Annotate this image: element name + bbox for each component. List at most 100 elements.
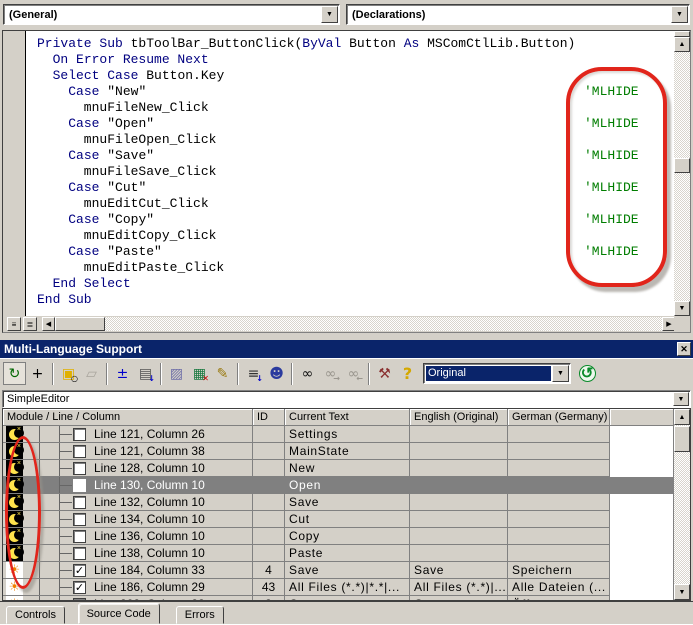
column-header[interactable]: English (Original)	[410, 409, 508, 426]
tab-source-code[interactable]: Source Code	[78, 603, 160, 624]
row-filler	[610, 511, 674, 528]
language-combo[interactable]: Original▼	[423, 363, 571, 384]
location-cell[interactable]: ☀✓Line 202, Column 33	[3, 596, 253, 600]
code-line: mnuEditCut_Click	[27, 196, 676, 212]
table-row[interactable]: ×Line 128, Column 10New	[3, 460, 674, 477]
table-vertical-scrollbar[interactable]: ▲ ▼	[674, 409, 690, 600]
current-text-cell: Open	[285, 477, 410, 494]
find-in-database-icon[interactable]: ▣○	[57, 362, 80, 385]
location-label: Line 184, Column 33	[94, 563, 205, 577]
active-string-sun-icon: ☀	[6, 562, 23, 579]
english-text-cell: Open	[410, 596, 508, 600]
translate-checkbox[interactable]	[73, 479, 86, 492]
code-text-area[interactable]: Private Sub tbToolBar_ButtonClick(ByVal …	[27, 31, 676, 316]
table-row[interactable]: ×Line 138, Column 10Paste	[3, 545, 674, 562]
scroll-track[interactable]	[105, 317, 662, 331]
panel-title: Multi-Language Support	[4, 342, 142, 356]
location-label: Line 134, Column 10	[94, 512, 205, 526]
scroll-up-icon[interactable]: ▲	[674, 409, 690, 425]
hidden-string-moon-icon: ×	[6, 528, 23, 545]
scroll-track[interactable]	[674, 52, 690, 301]
chevron-down-icon[interactable]: ▼	[552, 365, 569, 382]
scroll-up-icon[interactable]: ▲	[674, 37, 690, 52]
sort-lines-icon[interactable]: ≡↓	[242, 362, 265, 385]
scroll-thumb[interactable]	[674, 426, 690, 452]
english-text-cell	[410, 443, 508, 460]
table-row[interactable]: ☀✓Line 202, Column 333OpenOpenÖffnen	[3, 596, 674, 600]
english-text-cell	[410, 477, 508, 494]
procedure-combo[interactable]: (Declarations) ▼	[346, 4, 690, 25]
procedure-view-icon[interactable]: ≡	[7, 317, 21, 331]
edit-text-icon[interactable]: ✎	[211, 362, 234, 385]
help-icon[interactable]: ?	[396, 362, 419, 385]
close-icon[interactable]: ✕	[677, 342, 691, 356]
id-cell	[253, 528, 285, 545]
location-cell[interactable]: ×Line 136, Column 10	[3, 528, 253, 545]
tools-icon[interactable]: ⚒	[373, 362, 396, 385]
scroll-down-icon[interactable]: ▼	[674, 301, 690, 316]
table-row[interactable]: ×Line 132, Column 10Save	[3, 494, 674, 511]
chevron-down-icon[interactable]: ▼	[673, 392, 689, 406]
id-cell: 4	[253, 562, 285, 579]
sort-id-icon[interactable]: ▤↓	[134, 362, 157, 385]
find-icon[interactable]: ∞	[296, 362, 319, 385]
add-item-icon[interactable]: +	[26, 362, 49, 385]
hidden-string-moon-icon: ×	[6, 477, 23, 494]
refresh-icon[interactable]: ↻	[3, 362, 26, 385]
language-mask-icon[interactable]: ☻	[265, 362, 288, 385]
scroll-left-icon[interactable]: ◀	[42, 317, 55, 331]
location-cell[interactable]: ×Line 121, Column 26	[3, 426, 253, 443]
id-cell	[253, 443, 285, 460]
sync-language-icon[interactable]: ↺	[576, 363, 598, 385]
location-cell[interactable]: ☀✓Line 186, Column 29	[3, 579, 253, 596]
location-cell[interactable]: × Line 130, Column 10	[3, 477, 253, 494]
code-vertical-scrollbar[interactable]: ▲ ▼	[674, 31, 690, 316]
location-cell[interactable]: ×Line 138, Column 10	[3, 545, 253, 562]
location-cell[interactable]: ☀ ✓ Line 184, Column 33	[3, 562, 253, 579]
translate-checkbox[interactable]	[73, 513, 86, 526]
translate-checkbox[interactable]: ✓	[73, 598, 86, 600]
export-grid-icon[interactable]: ▦✕	[188, 362, 211, 385]
full-module-view-icon[interactable]: ≣	[23, 317, 37, 331]
location-cell[interactable]: ×Line 121, Column 38	[3, 443, 253, 460]
german-text-cell	[508, 426, 610, 443]
english-text-cell	[410, 460, 508, 477]
translate-checkbox[interactable]: ✓	[73, 564, 86, 577]
object-combo[interactable]: (General) ▼	[3, 4, 340, 25]
column-header[interactable]: Current Text	[285, 409, 410, 426]
table-row[interactable]: ×Line 136, Column 10Copy	[3, 528, 674, 545]
code-horizontal-scrollbar[interactable]: ≡ ≣ ◀ ▶	[3, 316, 676, 332]
table-row[interactable]: ☀✓Line 184, Column 334SaveSaveSpeichern	[3, 562, 674, 579]
table-row[interactable]: ×Line 134, Column 10Cut	[3, 511, 674, 528]
table-row[interactable]: ×Line 121, Column 38MainState	[3, 443, 674, 460]
column-header[interactable]: German (Germany)	[508, 409, 610, 426]
table-row[interactable]: ☀✓Line 186, Column 2943All Files (*.*)|*…	[3, 579, 674, 596]
translate-checkbox[interactable]	[73, 445, 86, 458]
translate-checkbox[interactable]	[73, 547, 86, 560]
chevron-down-icon[interactable]: ▼	[321, 6, 338, 23]
table-row[interactable]: ×Line 121, Column 26Settings	[3, 426, 674, 443]
location-cell[interactable]: ×Line 134, Column 10	[3, 511, 253, 528]
location-cell[interactable]: ×Line 132, Column 10	[3, 494, 253, 511]
tab-errors[interactable]: Errors	[176, 606, 224, 624]
column-header[interactable]: ID	[253, 409, 285, 426]
location-cell[interactable]: ×Line 128, Column 10	[3, 460, 253, 477]
table-row[interactable]: × Line 130, Column 10 Open	[3, 477, 674, 494]
scroll-down-icon[interactable]: ▼	[674, 584, 690, 600]
tab-controls[interactable]: Controls	[6, 606, 65, 624]
translate-checkbox[interactable]	[73, 496, 86, 509]
translate-checkbox[interactable]	[73, 428, 86, 441]
chevron-down-icon[interactable]: ▼	[671, 6, 688, 23]
translate-checkbox[interactable]	[73, 462, 86, 475]
location-label: Line 130, Column 10	[94, 478, 205, 492]
german-text-cell	[508, 494, 610, 511]
mlhide-comment: 'MLHIDE	[584, 148, 639, 164]
scroll-thumb[interactable]	[674, 158, 690, 173]
column-header[interactable]: Module / Line / Column	[3, 409, 253, 426]
scroll-thumb[interactable]	[55, 317, 105, 331]
add-remove-icon[interactable]: ±	[111, 362, 134, 385]
translate-checkbox[interactable]: ✓	[73, 581, 86, 594]
module-combo[interactable]: SimpleEditor ▼	[2, 390, 691, 408]
translate-checkbox[interactable]	[73, 530, 86, 543]
properties-icon[interactable]: ▨	[165, 362, 188, 385]
